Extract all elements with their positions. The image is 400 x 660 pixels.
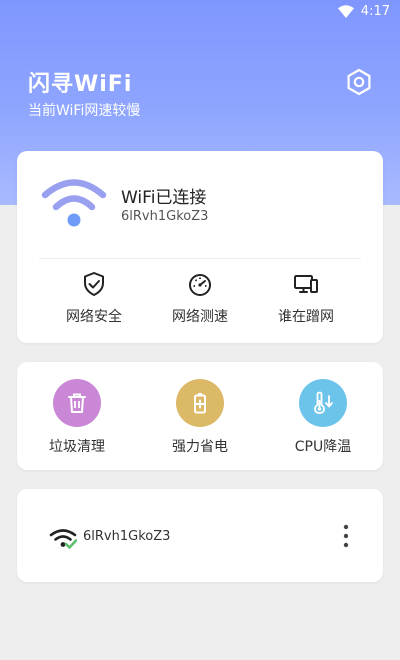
- wifi-connected-icon: [49, 529, 77, 549]
- shield-check-icon: [84, 272, 104, 296]
- wifi-signal-icon: [338, 5, 354, 18]
- trash-icon: [68, 393, 86, 413]
- battery-icon: [194, 393, 206, 414]
- network-security-button[interactable]: 网络安全: [39, 271, 149, 326]
- cpu-cooling-circle: [299, 379, 347, 427]
- cpu-cooling-label: CPU降温: [294, 439, 352, 455]
- junk-clean-circle: [53, 379, 101, 427]
- app-title: 闪寻WiFi: [28, 72, 133, 97]
- status-bar: 4:17: [0, 0, 400, 24]
- wifi-large-icon: [41, 179, 107, 227]
- connected-ssid: 6lRvh1GkoZ3: [121, 209, 209, 224]
- power-saving-label: 强力省电: [172, 439, 228, 455]
- tools-card: 垃圾清理 强力省电 CPU降温: [17, 362, 383, 470]
- junk-clean-button[interactable]: 垃圾清理: [22, 379, 132, 456]
- network-security-label: 网络安全: [66, 309, 122, 325]
- junk-clean-label: 垃圾清理: [49, 439, 105, 455]
- network-list-card: 6lRvh1GkoZ3: [17, 489, 383, 582]
- thermometer-icon: [314, 391, 333, 414]
- hexagon-gear-icon: [347, 68, 371, 96]
- status-time: 4:17: [360, 4, 390, 19]
- divider: [39, 258, 361, 259]
- connection-card: WiFi已连接 6lRvh1GkoZ3 网络安全 网络测速 谁在蹭网: [17, 151, 383, 343]
- power-saving-button[interactable]: 强力省电: [145, 379, 255, 456]
- speed-test-label: 网络测速: [172, 309, 228, 325]
- speed-test-button[interactable]: 网络测速: [145, 271, 255, 326]
- app-subtitle: 当前WiFi网速较慢: [28, 103, 141, 119]
- who-is-using-button[interactable]: 谁在蹭网: [251, 271, 361, 326]
- devices-icon: [294, 275, 318, 293]
- network-ssid: 6lRvh1GkoZ3: [83, 529, 171, 544]
- cpu-cooling-button[interactable]: CPU降温: [268, 379, 378, 456]
- who-is-using-label: 谁在蹭网: [278, 309, 334, 325]
- power-saving-circle: [176, 379, 224, 427]
- speedometer-icon: [189, 274, 211, 296]
- connection-status: WiFi已连接: [121, 188, 207, 208]
- settings-button[interactable]: [345, 68, 373, 96]
- more-options-button[interactable]: [339, 523, 353, 549]
